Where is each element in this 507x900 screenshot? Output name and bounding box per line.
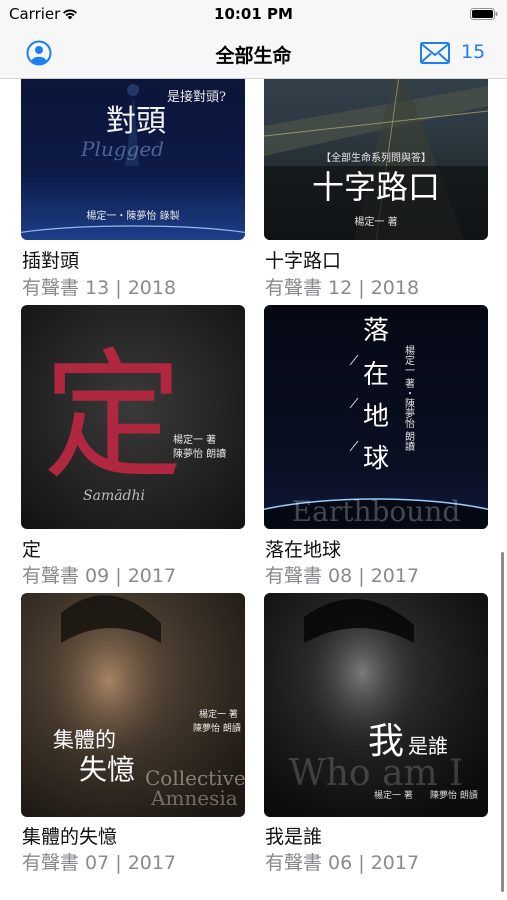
cover-2-credit: 楊定一 著 [354, 215, 397, 228]
cover-3-credit-reader: 陳夢怡 朗讀 [173, 447, 226, 460]
cover-4-char-3: 地 [363, 402, 389, 432]
cover-art-4: 落 在 地 球 楊定一 著・陳夢怡 朗讀 Earthbound [264, 305, 488, 529]
cover-4-english: Earthbound [292, 495, 461, 528]
cover-2-title-text: 十字路口 [312, 168, 440, 206]
cover-6-big-char: 我 [368, 721, 404, 762]
cover-4-char-1: 落 [363, 316, 389, 346]
book-title-4[interactable]: 落在地球 [265, 535, 341, 562]
cover-art-6: Who am I 我 是誰 楊定一 著 陳夢怡 朗讀 [264, 593, 488, 817]
cover-art-3: 定 Samādhi 楊定一 著 陳夢怡 朗讀 [21, 305, 245, 529]
book-subtitle-4: 有聲書 08 | 2017 [265, 565, 420, 587]
book-title-6[interactable]: 我是誰 [265, 822, 322, 849]
book-cover-3[interactable]: 定 Samādhi 楊定一 著 陳夢怡 朗讀 [21, 305, 245, 529]
cover-2-series: 【全部生命系列問與答】 [321, 151, 431, 164]
mail-icon[interactable] [420, 42, 450, 64]
book-title-5[interactable]: 集體的失憶 [22, 822, 117, 849]
cover-3-english: Samādhi [83, 488, 145, 504]
screen: 對頭 是接對頭? Plugged 楊定一・陳夢怡 錄製 【全部生命系列問與答】 … [0, 0, 507, 900]
book-cover-6[interactable]: Who am I 我 是誰 楊定一 著 陳夢怡 朗讀 [264, 593, 488, 817]
status-bar: Carrier 10:01 PM [0, 0, 507, 28]
status-time: 10:01 PM [214, 5, 293, 23]
navigation-bar: 全部生命 15 [0, 28, 507, 79]
book-cover-5[interactable]: 集體的 失憶 Collective Amnesia 楊定一 著 陳夢怡 朗讀 [21, 593, 245, 817]
book-subtitle-3: 有聲書 09 | 2017 [22, 565, 177, 587]
cover-5-line-2: 失憶 [79, 753, 135, 786]
book-cover-4[interactable]: 落 在 地 球 楊定一 著・陳夢怡 朗讀 Earthbound [264, 305, 488, 529]
cover-1-title-text: 對頭 [106, 104, 166, 139]
mail-count-badge[interactable]: 15 [461, 41, 485, 63]
book-title-3[interactable]: 定 [22, 535, 41, 562]
book-subtitle-5: 有聲書 07 | 2017 [22, 852, 177, 874]
cover-1-top-text: 是接對頭? [167, 89, 226, 105]
book-subtitle-6: 有聲書 06 | 2017 [265, 852, 420, 874]
cover-5-line-1: 集體的 [53, 728, 116, 752]
cover-1-english: Plugged [80, 137, 164, 161]
cover-6-credit-reader: 陳夢怡 朗讀 [430, 789, 478, 801]
book-subtitle-1: 有聲書 13 | 2018 [22, 277, 177, 299]
cover-6-small-chars: 是誰 [408, 734, 448, 758]
book-grid[interactable]: 對頭 是接對頭? Plugged 楊定一・陳夢怡 錄製 【全部生命系列問與答】 … [0, 0, 507, 900]
cover-4-credit: 楊定一 著・陳夢怡 朗讀 [403, 345, 415, 452]
cover-6-credit-author: 楊定一 著 [374, 789, 413, 801]
book-title-1[interactable]: 插對頭 [22, 246, 79, 273]
cover-3-credit-author: 楊定一 著 [173, 433, 216, 446]
cover-5-english-2: Amnesia [150, 786, 238, 810]
cover-4-char-4: 球 [363, 444, 389, 474]
cover-art-5: 集體的 失憶 Collective Amnesia 楊定一 著 陳夢怡 朗讀 [21, 593, 245, 817]
cover-1-credit: 楊定一・陳夢怡 錄製 [86, 209, 179, 222]
scroll-indicator[interactable] [501, 552, 504, 892]
battery-icon [470, 8, 498, 20]
cover-5-credit-reader: 陳夢怡 朗讀 [193, 722, 241, 734]
cover-3-title-text: 定 [43, 336, 183, 499]
book-subtitle-2: 有聲書 12 | 2018 [265, 277, 420, 299]
cover-5-credit-author: 楊定一 著 [199, 708, 238, 720]
cover-4-char-2: 在 [363, 360, 389, 390]
book-title-2[interactable]: 十字路口 [265, 246, 341, 273]
